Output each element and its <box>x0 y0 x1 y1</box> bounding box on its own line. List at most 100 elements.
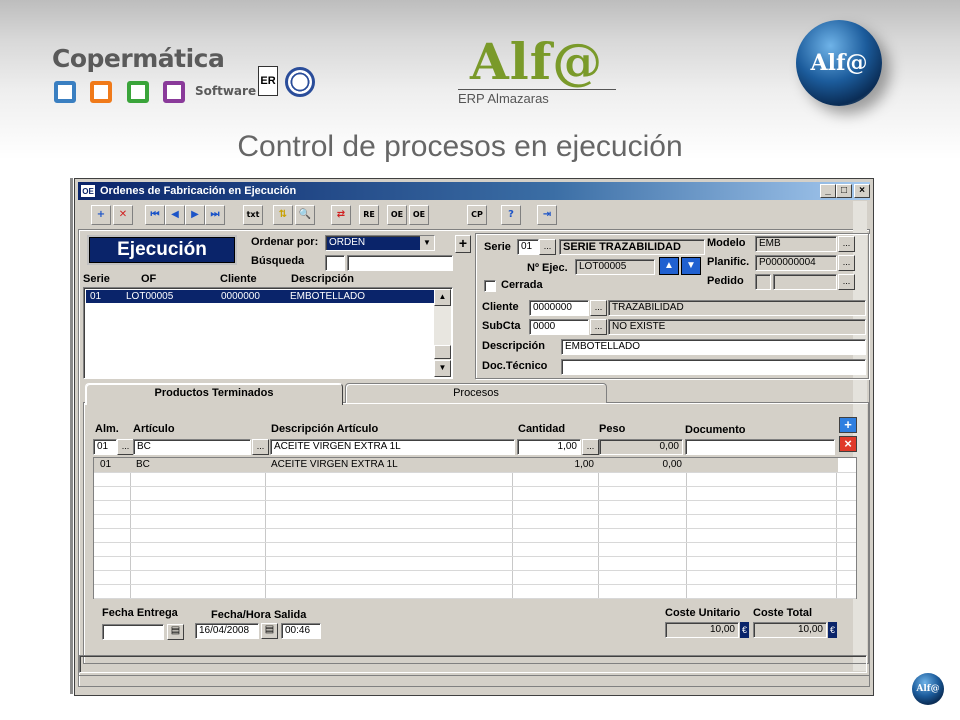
edit-documento-field[interactable] <box>685 439 835 455</box>
doctecnico-field[interactable] <box>561 359 866 375</box>
background-window-edge <box>70 178 73 694</box>
fecha-entrega-label: Fecha Entrega <box>102 607 178 619</box>
cell-cantidad: 1,00 <box>574 459 594 470</box>
scroll-thumb[interactable] <box>434 345 451 359</box>
txt-export-icon[interactable]: txt <box>243 205 263 225</box>
edit-cantidad-field[interactable]: 1,00 <box>517 439 581 455</box>
order-icon[interactable]: OE <box>387 205 407 225</box>
grid-row-divider <box>94 570 856 571</box>
grid-row-divider <box>94 584 856 585</box>
serie-lookup-button[interactable]: ... <box>539 239 556 255</box>
grid-row-divider <box>94 556 856 557</box>
planific-lookup-button[interactable]: ... <box>838 255 855 271</box>
serie-label: Serie <box>484 241 511 253</box>
row-cliente: 0000000 <box>221 291 260 302</box>
company-sub: Software <box>195 84 257 98</box>
pedido-lookup-button[interactable]: ... <box>838 274 855 290</box>
add-product-button[interactable]: + <box>839 417 857 433</box>
hora-salida-field[interactable]: 00:46 <box>281 623 321 639</box>
brand-square-blue <box>54 81 76 103</box>
search-icon[interactable]: 🔍 <box>295 205 315 225</box>
window-titlebar: OE Ordenes de Fabricación en Ejecución _… <box>78 182 870 200</box>
cliente-lookup-button[interactable]: ... <box>590 300 607 316</box>
edit-alm-lookup-button[interactable]: ... <box>117 439 134 455</box>
descripcion-label: Descripción <box>482 340 545 352</box>
nejec-label: Nº Ejec. <box>527 262 568 274</box>
orders-window: OE Ordenes de Fabricación en Ejecución _… <box>74 178 874 696</box>
order-copy-icon[interactable]: OE <box>409 205 429 225</box>
edit-descripcion-field[interactable]: ACEITE VIRGEN EXTRA 1L <box>270 439 515 455</box>
edit-cantidad-lookup-button[interactable]: ... <box>582 439 599 455</box>
list-item[interactable]: 01 LOT00005 0000000 EMBOTELLADO <box>86 290 450 303</box>
grid-row-divider <box>94 500 856 501</box>
scroll-down-icon[interactable]: ▼ <box>434 360 451 377</box>
fecha-salida-field[interactable]: 16/04/2008 <box>195 623 259 639</box>
col-documento: Documento <box>685 424 746 436</box>
report-icon[interactable]: RE <box>359 205 379 225</box>
status-banner: Ejecución <box>87 235 237 265</box>
orders-list[interactable]: 01 LOT00005 0000000 EMBOTELLADO ▲ ▼ <box>83 287 453 379</box>
planific-label: Planific. <box>707 256 750 268</box>
first-record-icon[interactable]: ⏮ <box>145 205 165 225</box>
chevron-down-icon[interactable]: ▼ <box>420 236 434 250</box>
col-cliente: Cliente <box>220 273 257 285</box>
product-logo: Alf@ <box>470 32 604 91</box>
nejec-up-icon[interactable]: ▲ <box>659 257 679 275</box>
tab-productos-terminados[interactable]: Productos Terminados <box>85 383 343 405</box>
previous-record-icon[interactable]: ◀ <box>165 205 185 225</box>
edit-articulo-field[interactable]: BC <box>133 439 251 455</box>
col-cantidad: Cantidad <box>518 423 566 435</box>
orders-list-scrollbar[interactable]: ▲ ▼ <box>434 289 451 377</box>
cliente-code-field[interactable]: 0000000 <box>529 300 589 316</box>
pedido-label: Pedido <box>707 275 744 287</box>
filter-icon[interactable]: ⇅ <box>273 205 293 225</box>
serie-code-field[interactable]: 01 <box>517 239 539 255</box>
minimize-button[interactable]: _ <box>820 184 836 198</box>
delete-icon[interactable]: ✕ <box>113 205 133 225</box>
order-by-select[interactable]: ORDEN ▼ <box>325 235 435 251</box>
subcta-label: SubCta <box>482 320 521 332</box>
fecha-entrega-field[interactable] <box>102 624 164 640</box>
descripcion-field[interactable]: EMBOTELLADO <box>561 339 866 355</box>
table-row[interactable]: 01 BC ACEITE VIRGEN EXTRA 1L 1,00 0,00 <box>94 458 838 472</box>
refresh-icon[interactable]: ⇄ <box>331 205 351 225</box>
row-serie: 01 <box>90 291 102 302</box>
edit-articulo-lookup-button[interactable]: ... <box>252 439 269 455</box>
search-input[interactable] <box>347 255 453 271</box>
col-alm: Alm. <box>95 423 119 435</box>
col-articulo: Artículo <box>133 423 175 435</box>
scroll-up-icon[interactable]: ▲ <box>434 289 451 306</box>
cliente-label: Cliente <box>482 301 519 313</box>
add-filter-button[interactable]: + <box>455 235 471 253</box>
exit-icon[interactable]: ⇥ <box>537 205 557 225</box>
product-logo-sub: ERP Almazaras <box>458 91 549 106</box>
brand-square-purple <box>163 81 185 103</box>
euro-total-icon: € <box>828 622 837 638</box>
edit-alm-field[interactable]: 01 <box>93 439 117 455</box>
add-icon[interactable]: + <box>91 205 111 225</box>
delete-product-button[interactable]: × <box>839 436 857 452</box>
col-descripcion: Descripción <box>291 273 354 285</box>
col-peso: Peso <box>599 423 626 435</box>
modelo-lookup-button[interactable]: ... <box>838 236 855 252</box>
tab-procesos[interactable]: Procesos <box>345 383 607 403</box>
next-record-icon[interactable]: ▶ <box>185 205 205 225</box>
calendar-salida-icon[interactable]: ▤ <box>261 623 278 639</box>
subcta-code-field[interactable]: 0000 <box>529 319 589 335</box>
product-logo-underline <box>458 89 616 90</box>
modelo-label: Modelo <box>707 237 746 249</box>
subcta-lookup-button[interactable]: ... <box>590 319 607 335</box>
maximize-button[interactable]: □ <box>836 184 852 198</box>
search-mode-field[interactable] <box>325 255 345 271</box>
grid-row-divider <box>94 598 856 599</box>
products-grid[interactable]: 01 BC ACEITE VIRGEN EXTRA 1L 1,00 0,00 <box>93 457 857 599</box>
nejec-down-icon[interactable]: ▼ <box>681 257 701 275</box>
close-button[interactable]: × <box>854 184 870 198</box>
help-icon[interactable]: ? <box>501 205 521 225</box>
cerrada-checkbox[interactable] <box>484 280 496 292</box>
cp-icon[interactable]: CP <box>467 205 487 225</box>
last-record-icon[interactable]: ⏭ <box>205 205 225 225</box>
window-app-icon: OE <box>80 184 96 198</box>
calendar-entrega-icon[interactable]: ▤ <box>167 624 184 640</box>
cert-label: ER <box>260 75 276 87</box>
